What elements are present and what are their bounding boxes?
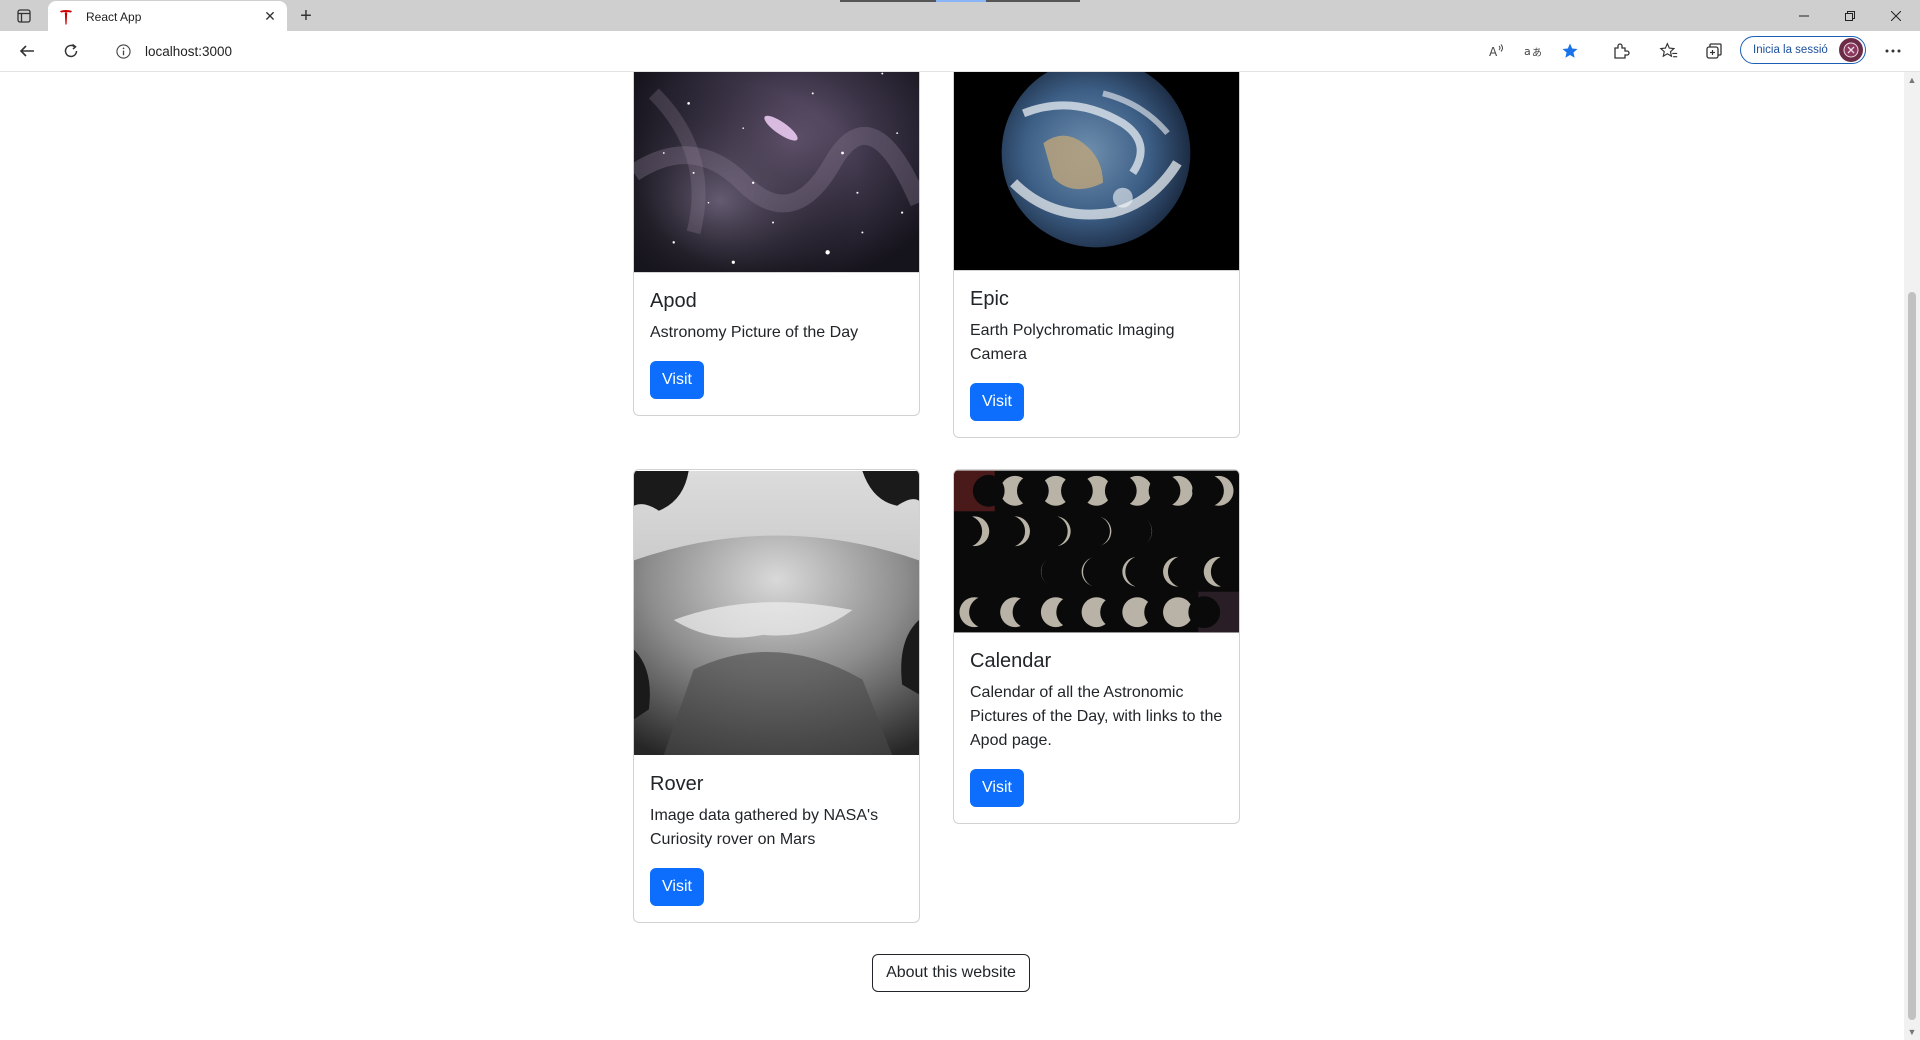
moon-phase bbox=[1163, 597, 1193, 628]
visit-rover-button[interactable]: Visit bbox=[650, 868, 704, 906]
about-website-button[interactable]: About this website bbox=[872, 954, 1030, 992]
favorites-icon[interactable] bbox=[1656, 39, 1682, 63]
card-apod: Apod Astronomy Picture of the Day Visit bbox=[633, 72, 920, 416]
card-body: Apod Astronomy Picture of the Day Visit bbox=[634, 273, 919, 415]
close-tab-icon[interactable]: ✕ bbox=[259, 6, 281, 28]
moon-shadow bbox=[972, 474, 1005, 507]
star-filled-icon[interactable] bbox=[1557, 39, 1583, 63]
tab-strip: React App ✕ + bbox=[0, 0, 1920, 32]
url-text: localhost:3000 bbox=[145, 43, 233, 59]
moon-shadow bbox=[1202, 515, 1235, 548]
scrollbar[interactable]: ▲ ▼ bbox=[1904, 72, 1920, 1040]
moon-shadow bbox=[999, 555, 1032, 588]
scroll-up-icon[interactable]: ▲ bbox=[1907, 75, 1917, 85]
card-body: Epic Earth Polychromatic Imaging Camera … bbox=[954, 271, 1239, 437]
close-window-icon[interactable] bbox=[1873, 0, 1919, 31]
back-arrow-icon[interactable] bbox=[14, 39, 40, 63]
card-text: Calendar of all the Astronomic Pictures … bbox=[970, 684, 1223, 749]
svg-text:A: A bbox=[1489, 45, 1498, 59]
visit-apod-button[interactable]: Visit bbox=[650, 361, 704, 399]
restore-icon[interactable] bbox=[1827, 0, 1873, 31]
collections-icon[interactable] bbox=[1701, 39, 1727, 63]
card-title: Epic bbox=[970, 288, 1009, 310]
address-bar[interactable]: localhost:3000 bbox=[101, 35, 1591, 67]
rover-image bbox=[634, 470, 919, 756]
new-tab-button[interactable]: + bbox=[294, 4, 318, 28]
card-calendar: Calendar Calendar of all the Astronomic … bbox=[953, 469, 1240, 824]
visit-epic-button[interactable]: Visit bbox=[970, 383, 1024, 421]
minimize-icon[interactable] bbox=[1781, 0, 1827, 31]
moon-shadow bbox=[958, 555, 991, 588]
tab-actions-icon[interactable] bbox=[12, 5, 36, 27]
moon-shadow bbox=[1083, 555, 1115, 588]
card-title: Apod bbox=[650, 290, 697, 312]
tesla-logo-icon bbox=[58, 9, 74, 25]
avatar bbox=[1839, 38, 1863, 62]
more-icon[interactable] bbox=[1880, 39, 1906, 63]
card-text: Astronomy Picture of the Day bbox=[650, 324, 859, 341]
refresh-icon[interactable] bbox=[58, 39, 84, 63]
moon-shadow bbox=[1078, 515, 1110, 548]
tab-title: React App bbox=[86, 9, 142, 24]
card-title: Calendar bbox=[970, 650, 1052, 672]
epic-image bbox=[954, 72, 1239, 271]
signin-button[interactable]: Inicia la sessió bbox=[1740, 36, 1866, 64]
card-body: Calendar Calendar of all the Astronomic … bbox=[954, 633, 1239, 823]
info-icon[interactable] bbox=[115, 43, 131, 59]
card-rover: Rover Image data gathered by NASA's Curi… bbox=[633, 469, 920, 923]
svg-text:あ: あ bbox=[1532, 47, 1542, 59]
moon-shadow bbox=[1035, 515, 1068, 548]
moon-shadow bbox=[1192, 474, 1224, 507]
moon-shadow bbox=[1120, 515, 1152, 548]
moon-shadow bbox=[1012, 596, 1045, 629]
moon-shadow bbox=[1061, 474, 1093, 507]
moon-shadow bbox=[1041, 555, 1073, 588]
moon-shadow bbox=[969, 596, 1001, 629]
card-text: Image data gathered by NASA's Curiosity … bbox=[650, 807, 879, 848]
extensions-icon[interactable] bbox=[1608, 39, 1634, 63]
moon-shadow bbox=[993, 515, 1026, 548]
svg-text:a: a bbox=[1524, 45, 1531, 58]
read-aloud-icon[interactable]: A bbox=[1484, 39, 1510, 63]
visit-calendar-button[interactable]: Visit bbox=[970, 769, 1024, 807]
moon-shadow bbox=[1161, 515, 1194, 548]
page-content: Apod Astronomy Picture of the Day Visit … bbox=[0, 72, 1904, 1040]
scroll-thumb[interactable] bbox=[1908, 292, 1916, 1020]
browser-tab[interactable]: React App ✕ bbox=[48, 1, 287, 32]
scroll-down-icon[interactable]: ▼ bbox=[1907, 1027, 1917, 1037]
browser-toolbar: localhost:3000 A aあ Inicia la sessió bbox=[0, 31, 1920, 72]
moon-shadow bbox=[1016, 474, 1049, 507]
card-body: Rover Image data gathered by NASA's Curi… bbox=[634, 756, 919, 922]
moon-shadow bbox=[1148, 474, 1181, 507]
moon-shadow bbox=[1104, 474, 1137, 507]
signin-label: Inicia la sessió bbox=[1753, 44, 1828, 56]
card-title: Rover bbox=[650, 773, 704, 795]
card-text: Earth Polychromatic Imaging Camera bbox=[970, 322, 1175, 363]
card-epic: Epic Earth Polychromatic Imaging Camera … bbox=[953, 72, 1240, 438]
window-drag-indicator bbox=[840, 0, 1080, 2]
moon-shadow bbox=[1167, 555, 1200, 588]
apod-image bbox=[634, 72, 919, 273]
moon-shadow bbox=[1125, 555, 1158, 588]
calendar-image bbox=[954, 470, 1239, 633]
moon-shadow bbox=[1188, 596, 1221, 629]
translate-icon[interactable]: aあ bbox=[1520, 39, 1546, 63]
